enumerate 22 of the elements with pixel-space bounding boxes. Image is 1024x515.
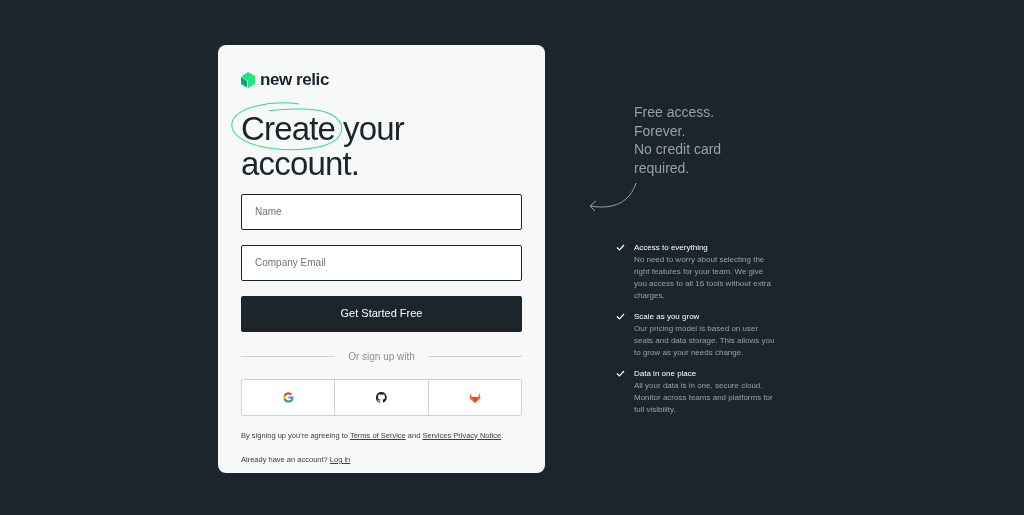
feature-description: No need to worry about selecting the right features for your team. We give you access to all 16 tools without extra charges.	[634, 254, 772, 302]
tagline-line: Forever.	[634, 121, 687, 140]
logo-icon	[241, 71, 255, 88]
check-icon	[616, 370, 625, 377]
feature-title: Scale as you grow	[634, 311, 701, 323]
google-icon	[282, 391, 294, 403]
text-field[interactable]: Name	[241, 193, 522, 230]
feature-description: All your data is in one, secure cloud. Monitor across teams and platforms for full visibility.	[634, 380, 774, 416]
feature-title: Access to everything	[634, 242, 709, 254]
feature-title: Data in one place	[634, 368, 698, 380]
github-icon	[376, 391, 387, 403]
text-field[interactable]: Company Email	[241, 244, 522, 281]
get-started-button[interactable]: Get Started Free	[241, 295, 522, 332]
fox-head-icon	[468, 391, 481, 403]
feature-description: Our pricing model is based on user seats and data storage. This allows you to grow as your needs change.	[634, 323, 776, 359]
divider-label: Or sign up with	[348, 349, 415, 364]
check-icon	[616, 313, 625, 320]
tagline-line: required.	[634, 158, 691, 177]
tagline-line: Free access.	[634, 103, 716, 122]
logo-text: new relic	[260, 69, 329, 91]
tagline-line: No credit card	[634, 140, 723, 159]
check-icon	[616, 244, 625, 251]
